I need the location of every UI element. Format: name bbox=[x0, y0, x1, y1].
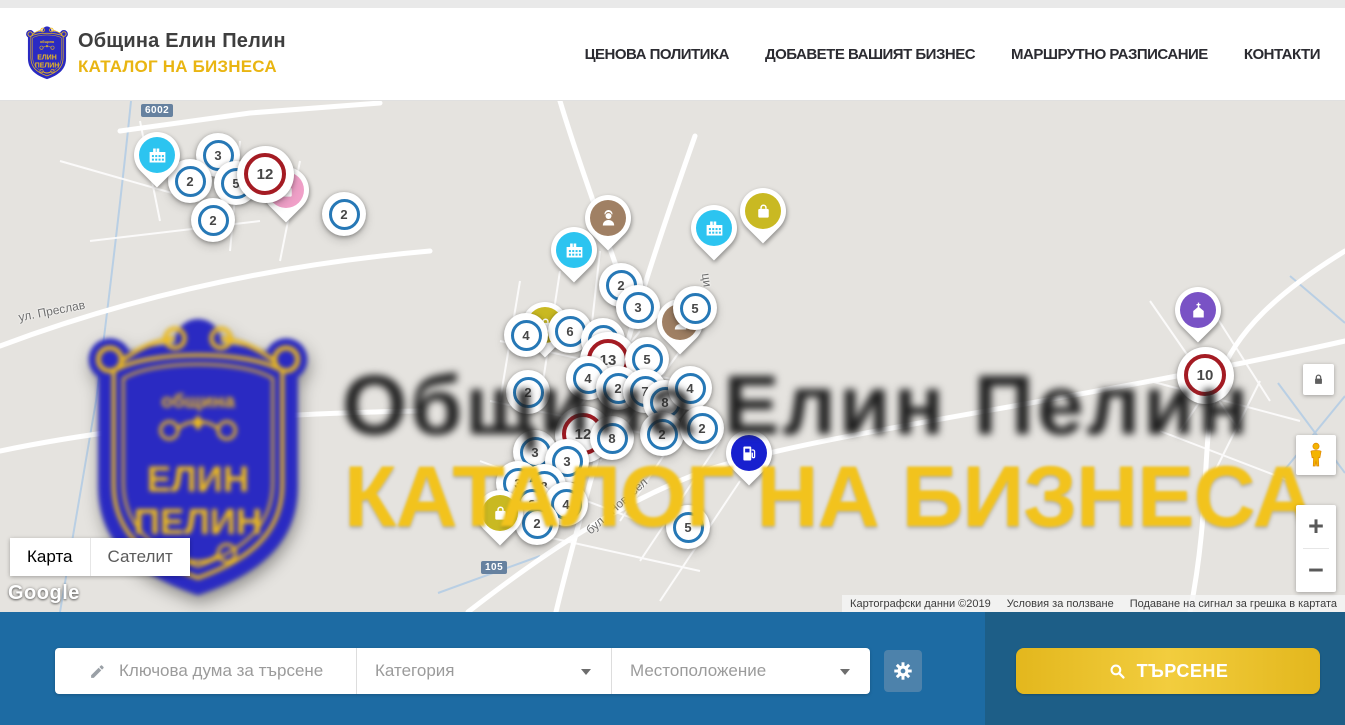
cluster-count: 5 bbox=[680, 293, 711, 324]
map-attribution: Картографски данни ©2019 Условия за полз… bbox=[842, 595, 1345, 612]
zoom-control: + − bbox=[1296, 505, 1336, 592]
search-button-label: ТЪРСЕНЕ bbox=[1137, 661, 1229, 682]
zoom-out-button[interactable]: − bbox=[1296, 549, 1336, 592]
google-map[interactable]: 6002105ул. Преславбул. „Новоселци 32512 … bbox=[0, 101, 1345, 612]
brand-logo[interactable]: Община Елин Пелин КАТАЛОГ НА БИЗНЕСА bbox=[25, 25, 286, 82]
chevron-down-icon bbox=[581, 669, 591, 675]
cluster-count: 2 bbox=[198, 205, 229, 236]
search-panel: Категория Местоположение bbox=[55, 648, 870, 694]
main-nav: ЦЕНОВА ПОЛИТИКА ДОБАВЕТЕ ВАШИЯТ БИЗНЕС М… bbox=[585, 8, 1320, 100]
chevron-down-icon bbox=[840, 669, 850, 675]
pegman-icon bbox=[1305, 442, 1327, 468]
pencil-icon bbox=[89, 663, 106, 680]
lock-icon bbox=[1311, 372, 1326, 387]
municipality-crest-icon bbox=[25, 25, 69, 82]
factory-icon bbox=[696, 210, 732, 246]
cluster-marker[interactable]: 12 bbox=[237, 146, 294, 203]
street-view-pegman-button[interactable] bbox=[1296, 435, 1336, 475]
fullscreen-lock-button[interactable] bbox=[1303, 364, 1334, 395]
keyword-section bbox=[55, 648, 357, 694]
search-bar: Категория Местоположение bbox=[0, 612, 1345, 725]
factory-icon bbox=[556, 232, 592, 268]
cluster-marker[interactable]: 4 bbox=[504, 313, 548, 357]
nav-item-add-business[interactable]: ДОБАВЕТЕ ВАШИЯТ БИЗНЕС bbox=[765, 46, 975, 63]
nav-item-pricing[interactable]: ЦЕНОВА ПОЛИТИКА bbox=[585, 46, 729, 63]
location-select-label: Местоположение bbox=[630, 661, 766, 681]
cluster-marker[interactable]: 5 bbox=[673, 286, 717, 330]
church-pin-marker[interactable] bbox=[1175, 287, 1221, 333]
cluster-marker[interactable]: 3 bbox=[616, 285, 660, 329]
cluster-count: 4 bbox=[511, 320, 542, 351]
advanced-settings-button[interactable] bbox=[884, 650, 922, 692]
brand-subtitle: КАТАЛОГ НА БИЗНЕСА bbox=[78, 57, 286, 77]
map-type-control: Карта Сателит bbox=[10, 538, 190, 576]
map-type-map-button[interactable]: Карта bbox=[10, 538, 91, 576]
category-select-label: Категория bbox=[375, 661, 454, 681]
top-strip bbox=[0, 0, 1345, 8]
zoom-in-button[interactable]: + bbox=[1296, 505, 1336, 548]
google-logo[interactable]: Google bbox=[8, 582, 80, 605]
bag-pin-marker[interactable] bbox=[740, 188, 786, 234]
brand-title: Община Елин Пелин bbox=[78, 30, 286, 53]
cluster-count: 2 bbox=[329, 199, 360, 230]
attribution-report-link[interactable]: Подаване на сигнал за грешка в картата bbox=[1122, 598, 1345, 610]
watermark-title: Община Елин Пелин bbox=[342, 357, 1251, 454]
location-select[interactable]: Местоположение bbox=[612, 648, 870, 694]
bag-icon bbox=[745, 193, 781, 229]
factory-pin-marker[interactable] bbox=[134, 132, 180, 178]
map-type-satellite-button[interactable]: Сателит bbox=[91, 538, 190, 576]
category-select[interactable]: Категория bbox=[357, 648, 612, 694]
cluster-count: 12 bbox=[244, 153, 286, 195]
road-number-badge: 105 bbox=[481, 561, 507, 574]
factory-pin-marker[interactable] bbox=[551, 227, 597, 273]
header: Община Елин Пелин КАТАЛОГ НА БИЗНЕСА ЦЕН… bbox=[0, 0, 1345, 101]
keyword-search-input[interactable] bbox=[119, 661, 349, 681]
cluster-marker[interactable]: 2 bbox=[322, 192, 366, 236]
search-button[interactable]: ТЪРСЕНЕ bbox=[1016, 648, 1320, 694]
page: община ЕЛИН ПЕЛИН Община Елин Пелин bbox=[0, 0, 1345, 725]
factory-icon bbox=[139, 137, 175, 173]
factory-pin-marker[interactable] bbox=[691, 205, 737, 251]
street-name-label: ци bbox=[699, 272, 715, 287]
attribution-terms-link[interactable]: Условия за ползване bbox=[999, 598, 1122, 610]
cluster-count: 3 bbox=[623, 292, 654, 323]
cluster-marker[interactable]: 2 bbox=[191, 198, 235, 242]
nav-item-bus-schedule[interactable]: МАРШРУТНО РАЗПИСАНИЕ bbox=[1011, 46, 1208, 63]
search-icon bbox=[1108, 662, 1127, 681]
attribution-copyright: Картографски данни ©2019 bbox=[842, 598, 999, 610]
road-number-badge: 6002 bbox=[141, 104, 173, 117]
gear-icon bbox=[892, 660, 914, 682]
nav-item-contacts[interactable]: КОНТАКТИ bbox=[1244, 46, 1320, 63]
watermark-subtitle: КАТАЛОГ НА БИЗНЕСА bbox=[344, 448, 1314, 547]
church-icon bbox=[1180, 292, 1216, 328]
